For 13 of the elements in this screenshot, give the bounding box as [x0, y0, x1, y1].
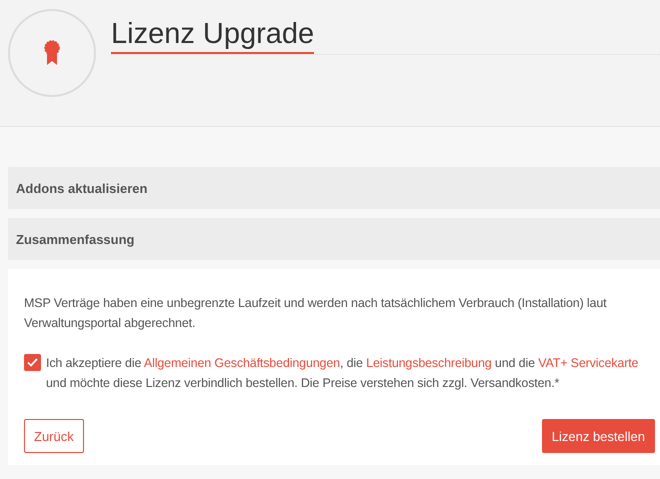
order-button[interactable]: Lizenz bestellen — [542, 419, 655, 453]
back-button[interactable]: Zurück — [24, 419, 84, 453]
section-header[interactable]: Zusammenfassung — [8, 218, 660, 260]
info-text: MSP Verträge haben eine unbegrenzte Laufzeit und werden nach tatsächlichem Verbrauch (Installation) laut Verwaltungsportal abgerechnet. — [24, 295, 608, 332]
check-icon — [27, 358, 38, 367]
section-header[interactable]: Addons aktualisieren — [8, 167, 660, 209]
terms-link[interactable]: Allgemeinen Geschäftsbedingungen — [144, 356, 340, 370]
agreement-checkbox[interactable] — [24, 354, 41, 371]
agreement-text: Ich akzeptiere die Allgemeinen Geschäftsbedingungen, die Leistungsbeschreibung und die VAT+ Servicekarte und möchte diese Lizenz verbindlich bestellen. Die Preise verstehen sich zzgl. Versandkosten.* — [46, 355, 640, 392]
terms-link[interactable]: VAT+ Servicekarte — [538, 356, 638, 370]
award-ribbon-icon — [44, 40, 60, 66]
page-title: Lizenz Upgrade — [111, 17, 314, 54]
terms-link[interactable]: Leistungsbeschreibung — [366, 356, 492, 370]
